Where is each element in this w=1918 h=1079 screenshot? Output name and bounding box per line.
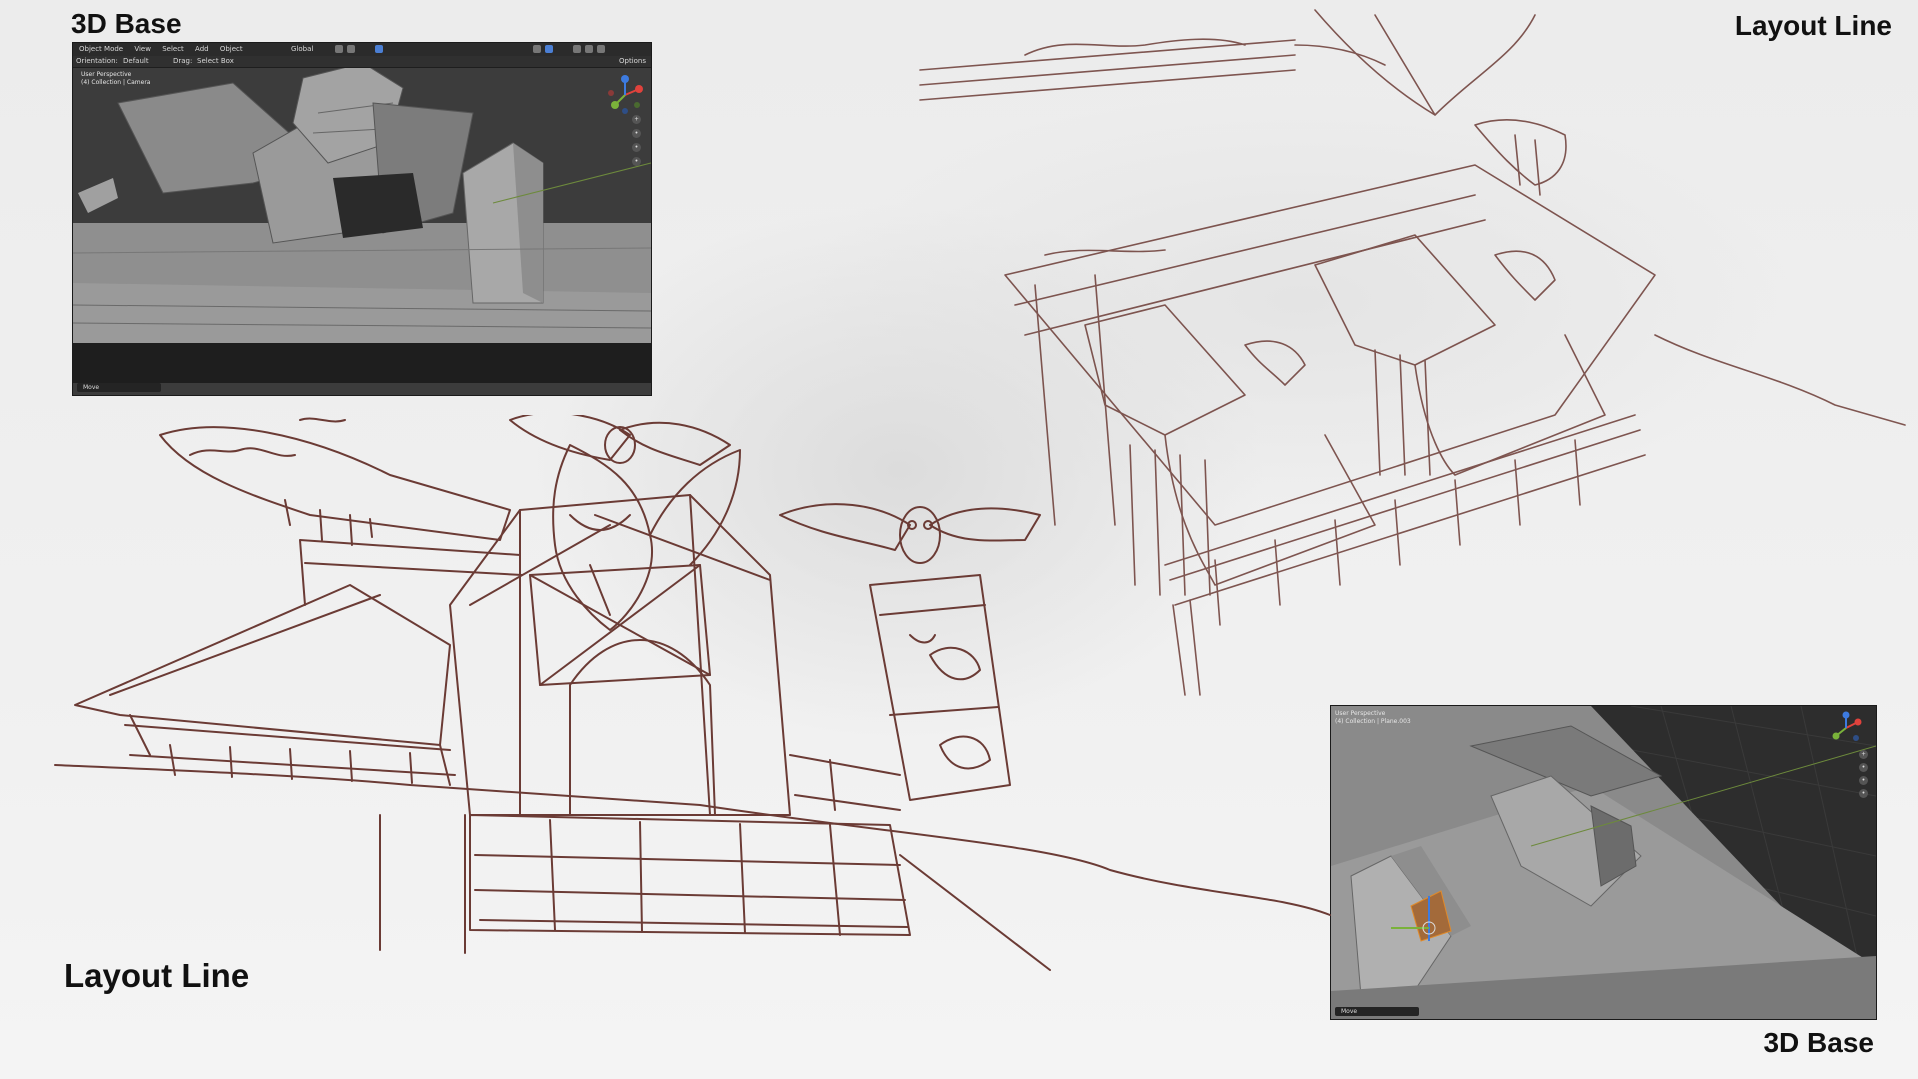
navigation-gizmo-icon[interactable] <box>603 73 647 117</box>
gizmo-toggle-icon[interactable] <box>545 45 553 53</box>
transform-space[interactable]: Global <box>291 44 313 55</box>
layout-line-pavilion-drawing <box>919 9 1906 696</box>
hand-bottom-icon[interactable]: • <box>1859 763 1868 772</box>
viewport-menu: Object Mode View Select Add Object <box>79 44 252 55</box>
status-move: Move <box>77 383 161 392</box>
viewport-tool-header: Orientation: Default Drag: Select Box Op… <box>73 56 651 68</box>
zoom-bottom-icon[interactable]: + <box>1859 750 1868 759</box>
visibility-icon[interactable] <box>533 45 541 53</box>
caption-3d-base-top: 3D Base <box>71 8 182 39</box>
zoom-icon[interactable]: + <box>632 115 641 124</box>
viewport-scene <box>73 43 651 395</box>
menu-object[interactable]: Object <box>220 45 243 53</box>
navigation-gizmo-bottom-icon[interactable] <box>1828 710 1872 754</box>
orientation-select[interactable]: Default <box>123 56 149 67</box>
overlay-perspective: User Perspective <box>81 71 132 78</box>
orientation-label: Orientation: <box>76 57 118 65</box>
overlay-text-bottom: User Perspective (4) Collection | Plane.… <box>1335 710 1411 726</box>
shading-material-icon[interactable] <box>585 45 593 53</box>
viewport-scene-bottom <box>1331 706 1876 1019</box>
camera-bottom-icon[interactable]: • <box>1859 776 1868 785</box>
caption-3d-base-bottom: 3D Base <box>1763 1027 1874 1058</box>
overlay-perspective-bottom: User Perspective <box>1335 710 1386 717</box>
grid-icon[interactable]: • <box>632 157 641 166</box>
menu-add[interactable]: Add <box>195 45 209 53</box>
snap-icon[interactable] <box>347 45 355 53</box>
overlay-collection-bottom: (4) Collection | Plane.003 <box>1335 718 1411 725</box>
pivot-icon[interactable] <box>335 45 343 53</box>
menu-view[interactable]: View <box>134 45 151 53</box>
overlay-text: User Perspective (4) Collection | Camera <box>81 71 150 87</box>
blender-viewport-top: Object Mode View Select Add Object Globa… <box>72 42 652 396</box>
shading-solid-icon[interactable] <box>573 45 581 53</box>
viewport-header: Object Mode View Select Add Object Globa… <box>73 43 651 57</box>
overlay-collection: (4) Collection | Camera <box>81 79 151 86</box>
drag-select[interactable]: Select Box <box>197 56 234 67</box>
options-menu[interactable]: Options <box>619 56 646 67</box>
status-move-bottom: Move <box>1335 1007 1419 1016</box>
menu-object-mode[interactable]: Object Mode <box>79 45 123 53</box>
shading-render-icon[interactable] <box>597 45 605 53</box>
proportional-icon[interactable] <box>375 45 383 53</box>
camera-icon[interactable]: • <box>632 143 641 152</box>
grid-bottom-icon[interactable]: • <box>1859 789 1868 798</box>
menu-select[interactable]: Select <box>162 45 184 53</box>
blender-viewport-bottom: User Perspective (4) Collection | Plane.… <box>1330 705 1877 1020</box>
drag-label: Drag: <box>173 57 193 65</box>
hand-icon[interactable]: • <box>632 129 641 138</box>
